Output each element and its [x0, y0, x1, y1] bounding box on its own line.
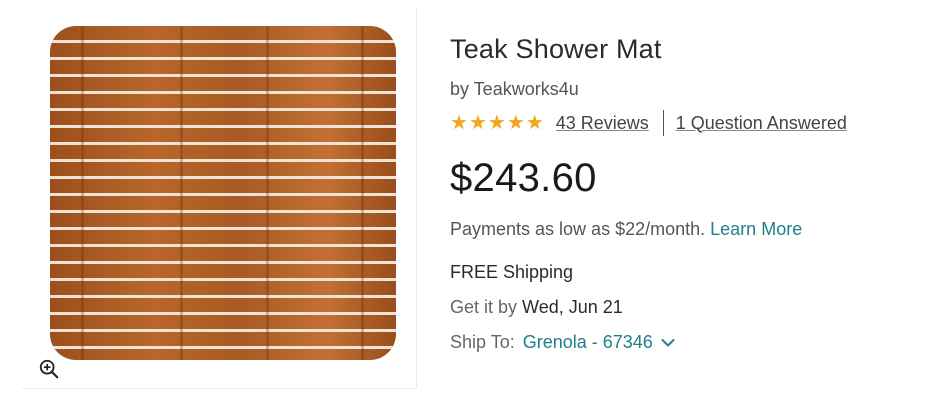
payments-info: Payments as low as $22/month. Learn More [450, 219, 920, 240]
learn-more-link[interactable]: Learn More [710, 219, 802, 239]
ship-to-label: Ship To: [450, 332, 515, 352]
product-image-panel [22, 8, 417, 389]
ship-to-location-selector[interactable]: Grenola - 67346 [523, 332, 675, 353]
free-shipping-label: FREE Shipping [450, 262, 574, 282]
chevron-down-icon [661, 338, 675, 346]
reviews-link[interactable]: 43 Reviews [556, 113, 649, 134]
product-details: Teak Shower Mat by Teakworks4u ★ ★ ★ ★ ★… [450, 34, 920, 353]
ship-to-row: Ship To: Grenola - 67346 [450, 332, 920, 353]
delivery-estimate: Get it by Wed, Jun 21 [450, 297, 920, 318]
mat-cross-slats [50, 26, 396, 360]
product-image[interactable] [50, 26, 396, 360]
product-price: $243.60 [450, 156, 597, 200]
star-icon: ★ [450, 112, 468, 134]
star-icon: ★ [506, 112, 525, 134]
star-icon: ★ [487, 112, 506, 134]
zoom-in-icon[interactable] [38, 358, 60, 380]
star-icon: ★ [468, 112, 487, 134]
divider [662, 110, 664, 136]
delivery-date: Wed, Jun 21 [522, 297, 623, 317]
product-title: Teak Shower Mat [450, 34, 662, 64]
star-icon: ★ [525, 112, 544, 134]
payments-text: Payments as low as $22/month. [450, 219, 706, 239]
questions-link[interactable]: 1 Question Answered [676, 113, 847, 134]
star-rating: ★ ★ ★ ★ ★ [450, 113, 544, 133]
brand-name[interactable]: by Teakworks4u [450, 79, 920, 100]
delivery-label: Get it by [450, 297, 518, 317]
rating-row: ★ ★ ★ ★ ★ 43 Reviews 1 Question Answered [450, 110, 920, 136]
ship-to-location: Grenola - 67346 [522, 332, 653, 352]
